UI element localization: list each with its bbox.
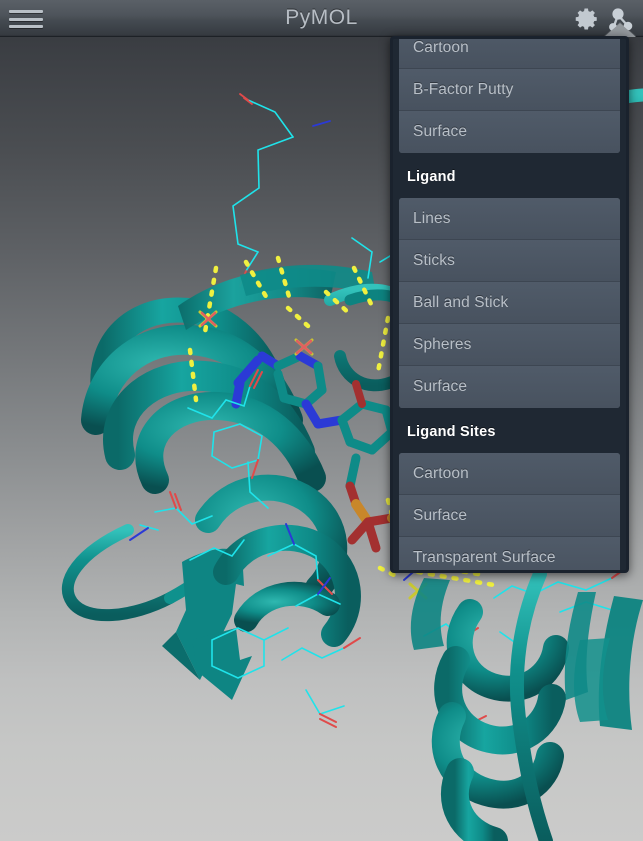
popover-arrow-icon (604, 23, 636, 37)
menu-item-sticks[interactable]: Sticks (399, 240, 620, 282)
menu-item-cartoon-top[interactable]: Cartoon (399, 39, 620, 69)
gear-icon[interactable] (574, 6, 600, 32)
section-header-ligand: Ligand (393, 156, 626, 198)
menu-item-sites-cartoon[interactable]: Cartoon (399, 453, 620, 495)
menu-item-b-factor-putty[interactable]: B-Factor Putty (399, 69, 620, 111)
menu-group-ligand: Lines Sticks Ball and Stick Spheres Surf… (399, 198, 620, 408)
menu-item-sites-surface[interactable]: Surface (399, 495, 620, 537)
menu-item-spheres[interactable]: Spheres (399, 324, 620, 366)
popover-body: Cartoon B-Factor Putty Surface Ligand Li… (390, 36, 629, 573)
pymol-app-window: PyMOL Cartoon B-Factor Putty Surface Lig… (0, 0, 643, 841)
titlebar: PyMOL (0, 0, 643, 37)
menu-item-lines[interactable]: Lines (399, 198, 620, 240)
menu-item-ball-and-stick[interactable]: Ball and Stick (399, 282, 620, 324)
menu-item-surface[interactable]: Surface (399, 111, 620, 153)
app-title: PyMOL (285, 6, 358, 29)
menu-scroll-area[interactable]: Cartoon B-Factor Putty Surface Ligand Li… (393, 39, 626, 570)
menu-group-representations: Cartoon B-Factor Putty Surface (399, 39, 620, 153)
menu-item-ligand-surface[interactable]: Surface (399, 366, 620, 408)
representation-menu-popover: Cartoon B-Factor Putty Surface Ligand Li… (390, 23, 636, 573)
menu-group-ligand-sites: Cartoon Surface Transparent Surface (399, 453, 620, 570)
menu-item-transparent-surface[interactable]: Transparent Surface (399, 537, 620, 570)
section-header-ligand-sites: Ligand Sites (393, 411, 626, 453)
